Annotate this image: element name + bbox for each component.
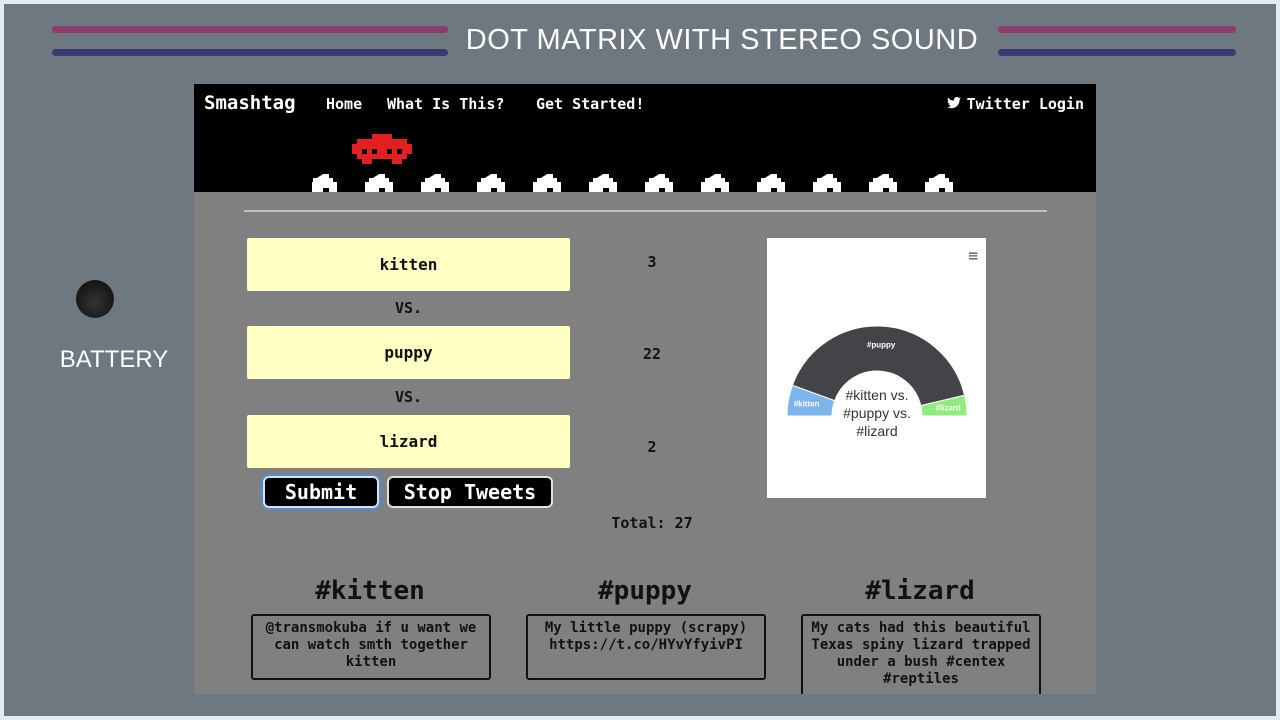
- twitter-bird-icon: [946, 95, 961, 113]
- column-title-puppy: #puppy: [598, 576, 692, 606]
- chart-title-line: #lizard: [856, 423, 897, 439]
- device-title: DOT MATRIX WITH STEREO SOUND: [465, 24, 979, 56]
- device-frame: DOT MATRIX WITH STEREO SOUND BATTERY Sma…: [0, 0, 1280, 720]
- chart-title-line: #puppy vs.: [843, 405, 911, 421]
- count-kitten: 3: [647, 253, 657, 271]
- stop-tweets-button[interactable]: Stop Tweets: [387, 476, 553, 508]
- tweet-card-puppy: My little puppy (scrapy) https://t.co/HY…: [526, 614, 766, 680]
- defender-ships-row: [312, 174, 953, 192]
- defender-ship-icon: [477, 174, 505, 192]
- column-title-kitten: #kitten: [315, 576, 425, 606]
- battery-label: BATTERY: [59, 346, 169, 373]
- brand-logo[interactable]: Smashtag: [204, 92, 296, 114]
- defender-ship-icon: [813, 174, 841, 192]
- tweet-card-kitten: @transmokuba if u want we can watch smth…: [251, 614, 491, 680]
- defender-ship-icon: [421, 174, 449, 192]
- defender-ship-icon: [365, 174, 393, 192]
- defender-ship-icon: [925, 174, 953, 192]
- chart-label-lizard: #lizard: [935, 404, 960, 413]
- twitter-login-link[interactable]: Twitter Login: [946, 95, 1084, 113]
- chart-title-line: #kitten vs.: [845, 387, 908, 403]
- red-space-invader-icon: [352, 134, 412, 164]
- nav-link-home[interactable]: Home: [326, 95, 362, 113]
- defender-ship-icon: [589, 174, 617, 192]
- defender-ship-icon: [312, 174, 337, 192]
- count-puppy: 22: [642, 345, 662, 363]
- chart-card: ≡ #kitten #puppy #lizard #kitten vs. #puppy …: [767, 238, 986, 498]
- decorative-line-bottom-left: [52, 49, 448, 56]
- semi-donut-chart: #kitten #puppy #lizard #kitten vs. #puppy vs…: [786, 325, 968, 439]
- nav-link-what-is-this[interactable]: What Is This?: [387, 95, 504, 113]
- decorative-line-top-right: [998, 26, 1236, 33]
- choice-input-kitten[interactable]: kitten: [247, 238, 570, 291]
- nav-link-get-started[interactable]: Get Started!: [536, 95, 644, 113]
- choice-input-lizard[interactable]: lizard: [247, 415, 570, 468]
- defender-ship-icon: [645, 174, 673, 192]
- defender-ship-icon: [701, 174, 729, 192]
- chart-label-kitten: #kitten: [794, 400, 820, 409]
- choice-input-puppy[interactable]: puppy: [247, 326, 570, 379]
- column-title-lizard: #lizard: [865, 576, 975, 606]
- defender-ship-icon: [757, 174, 785, 192]
- hamburger-menu-icon[interactable]: ≡: [968, 246, 978, 265]
- total-count: Total: 27: [611, 514, 693, 532]
- vs-label: VS.: [394, 388, 423, 406]
- defender-ship-icon: [533, 174, 561, 192]
- top-nav: Smashtag Home What Is This? Get Started!…: [194, 84, 1096, 192]
- defender-ship-icon: [869, 174, 897, 192]
- decorative-line-top-left: [52, 26, 448, 33]
- submit-button[interactable]: Submit: [263, 476, 379, 508]
- decorative-line-bottom-right: [998, 49, 1236, 56]
- divider: [244, 210, 1047, 212]
- tweet-card-lizard: My cats had this beautiful Texas spiny l…: [801, 614, 1041, 694]
- vs-label: VS.: [394, 299, 423, 317]
- count-lizard: 2: [647, 438, 657, 456]
- twitter-login-label: Twitter Login: [966, 95, 1084, 113]
- chart-label-puppy: #puppy: [867, 341, 896, 350]
- game-screen: Smashtag Home What Is This? Get Started!…: [194, 84, 1096, 694]
- battery-led-icon: [76, 280, 114, 318]
